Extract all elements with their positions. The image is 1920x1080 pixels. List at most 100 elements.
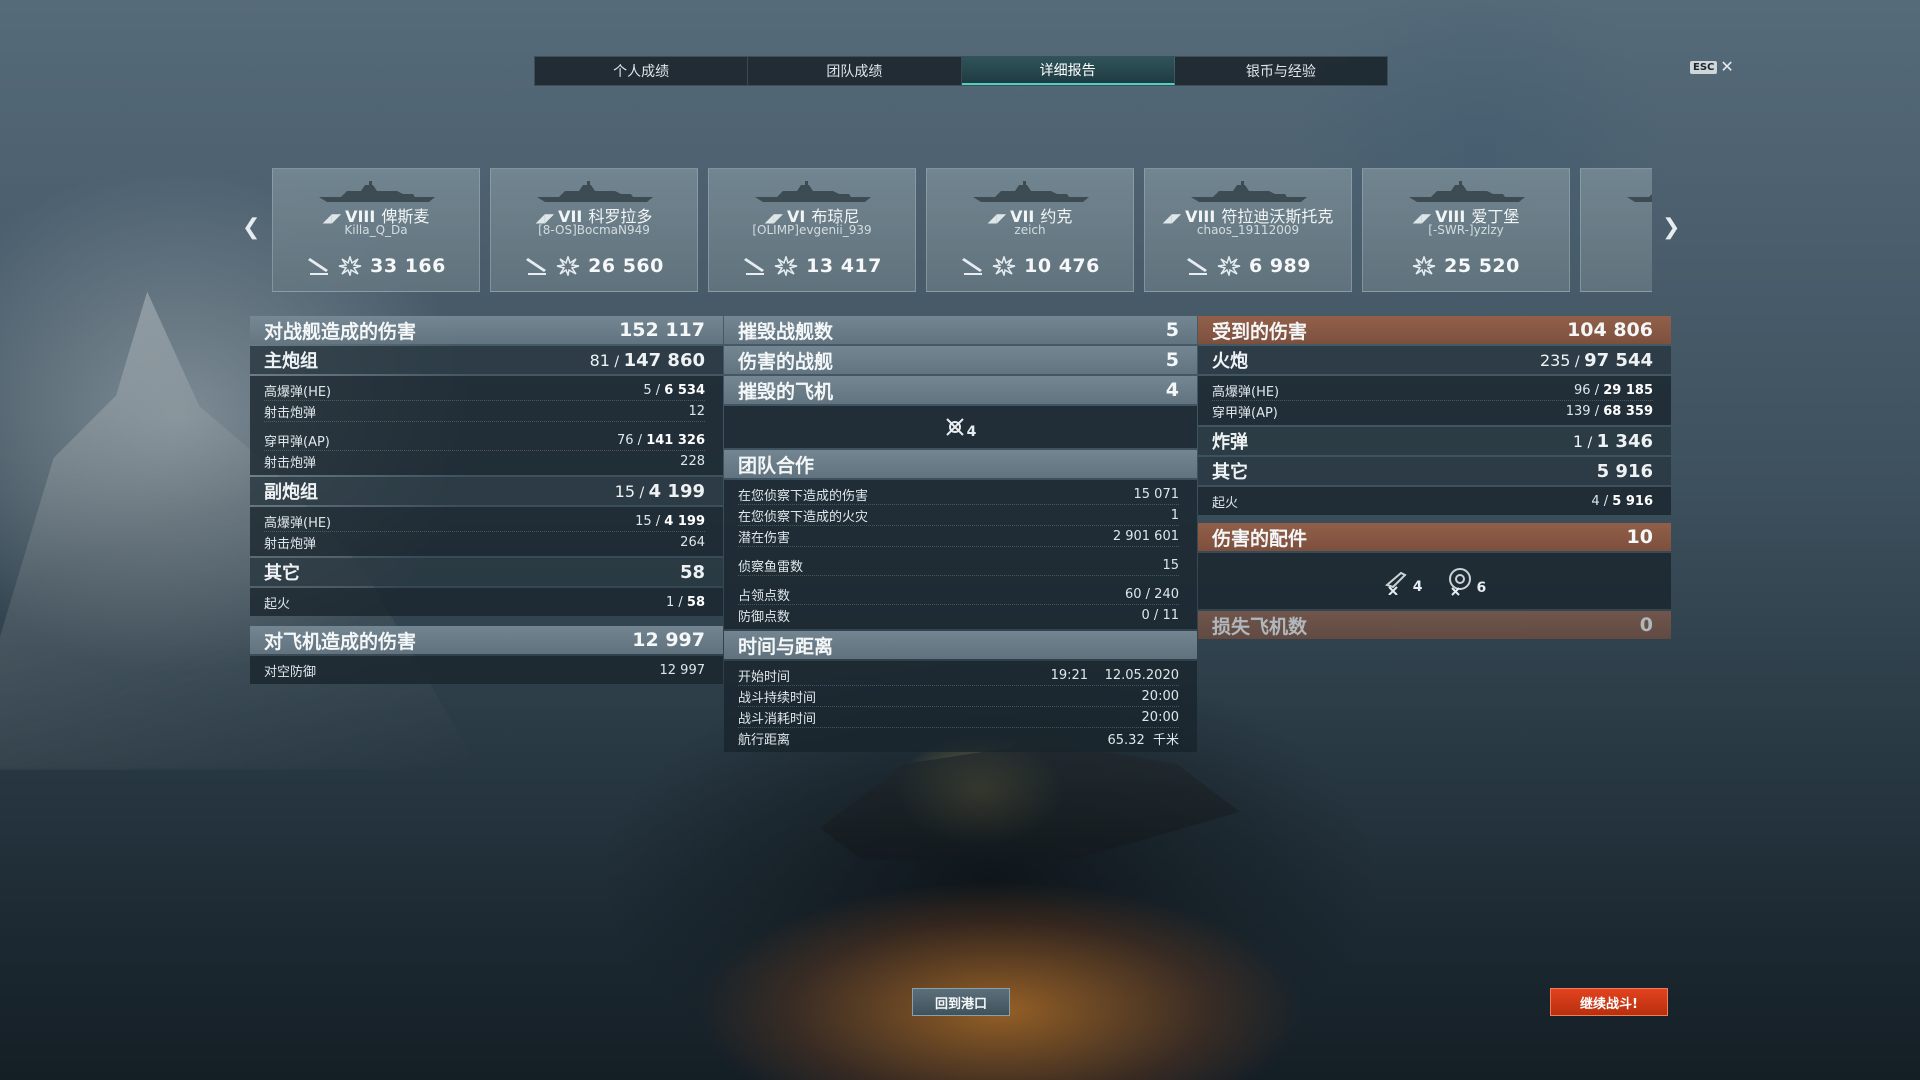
sec-shots-value: 264 <box>680 534 705 550</box>
torpedo-icon <box>1187 258 1207 275</box>
damage-received-panel: 受到的伤害 104 806 火炮 235 / 97 544 高爆弹(HE) 96 … <box>1198 316 1671 641</box>
main-battery-label: 主炮组 <box>264 351 318 372</box>
fire-row: 起火 1 / 58 <box>264 594 705 612</box>
distance-unit: 千米 <box>1152 732 1179 748</box>
ships-destroyed-label: 摧毁战舰数 <box>738 320 834 343</box>
ship-card[interactable]: ◢◤ VI 布琼尼 [OLIMP]evgenii_939 13 417 <box>708 168 916 292</box>
player-name: [8-OS]BocmaN949 <box>538 223 650 237</box>
mb-ap-hits: 76 <box>616 432 634 448</box>
duration-label: 战斗持续时间 <box>738 690 817 706</box>
mb-he-label: 高爆弹(HE) <box>264 384 332 400</box>
module-gun-count: 4 <box>1412 579 1423 595</box>
ship-damage-label: 对战舰造成的伤害 <box>264 320 417 343</box>
mb-he-shots-label: 射击炮弹 <box>264 405 317 421</box>
tab-detailed-report[interactable]: 详细报告 <box>961 57 1175 85</box>
spotting-fires-label: 在您侦察下造成的火灾 <box>738 509 869 525</box>
ship-card[interactable]: ◢◤ VIII 爱丁堡 [-SWR-]yzlzy 25 520 <box>1362 168 1570 292</box>
spotting-fires-value: 1 <box>1170 507 1179 523</box>
planes-lost-header: 损失飞机数 0 <box>1198 611 1671 639</box>
defense-label: 防御点数 <box>738 609 791 625</box>
ship-card[interactable]: ◢◤ VIII 俾斯麦 Killa_Q_Da 33 166 <box>272 168 480 292</box>
teamwork-details: 在您侦察下造成的伤害 15 071 在您侦察下造成的火灾 1 潜在伤害 2 901 6… <box>724 480 1197 629</box>
ship-silhouette-icon <box>1191 181 1307 202</box>
torp-spotted-row: 侦察鱼雷数 15 <box>738 555 1179 576</box>
distance-value: 65.32 <box>1107 732 1145 748</box>
tab-team[interactable]: 团队成绩 <box>748 57 962 85</box>
ship-stats: 10 476 <box>927 255 1133 277</box>
torpedo-icon <box>526 258 547 275</box>
torp-spotted-value: 15 <box>1162 557 1179 573</box>
distance-label: 航行距离 <box>738 732 791 748</box>
ships-destroyed-value: 5 <box>1165 319 1179 341</box>
sec-he-value: 4 199 <box>664 513 705 529</box>
ship-card[interactable]: ◢◤ VII 约克 zeich 10 476 <box>926 168 1134 292</box>
player-name: chaos_19112009 <box>1196 223 1300 237</box>
ship-damage: 10 476 <box>1024 255 1100 277</box>
mb-he-hits: 5 <box>643 382 652 398</box>
potential-value: 2 901 601 <box>1112 528 1179 544</box>
plane-shot-down-icon <box>945 418 964 436</box>
plane-damage-header: 对飞机造成的伤害 12 997 <box>250 626 723 654</box>
fire-hits: 1 <box>665 594 675 610</box>
damage-burst-icon <box>774 256 798 276</box>
planes-destroyed-label: 摧毁的飞机 <box>738 380 834 403</box>
ship-damage: 25 520 <box>1444 255 1520 277</box>
tab-credits-xp[interactable]: 银币与经验 <box>1175 57 1387 85</box>
module-engine-count: 6 <box>1476 580 1487 596</box>
ship-title <box>1581 203 1652 222</box>
bombs-hits: 1 <box>1572 431 1583 451</box>
damage-burst-icon <box>338 256 362 276</box>
recv-other-label: 其它 <box>1212 462 1248 483</box>
results-panel: 摧毁战舰数 5 伤害的战舰 5 摧毁的飞机 4 4 团队合作 在您侦察下造成的伤… <box>724 316 1197 754</box>
ship-damage: 26 560 <box>588 255 664 277</box>
return-to-port-button[interactable]: 回到港口 <box>912 988 1010 1016</box>
aa-details: 对空防御 12 997 <box>250 656 723 684</box>
ship-silhouette-icon <box>755 181 871 202</box>
damage-burst-icon <box>1412 256 1436 276</box>
mb-ap-value: 141 326 <box>646 432 705 448</box>
ship-card[interactable]: [SP <box>1580 168 1652 292</box>
teamwork-label: 团队合作 <box>738 454 815 477</box>
carousel-prev-arrow-icon[interactable]: ❮ <box>242 215 260 240</box>
ship-stats: 26 560 <box>491 255 697 277</box>
ship-card[interactable]: ◢◤ VIII 符拉迪沃斯托克 chaos_19112009 6 989 <box>1144 168 1352 292</box>
close-button[interactable]: ESC ✕ <box>1690 59 1734 75</box>
torpedo-icon <box>744 258 765 275</box>
mb-he-shots-value: 12 <box>688 403 705 419</box>
aa-value: 12 997 <box>659 662 706 678</box>
defense-value: 0 / 11 <box>1141 607 1179 623</box>
recv-he-hits: 96 <box>1574 382 1591 398</box>
continue-battle-button[interactable]: 继续战斗! <box>1550 988 1668 1016</box>
other-damage-label: 其它 <box>264 563 300 584</box>
received-label: 受到的伤害 <box>1212 320 1308 343</box>
potential-label: 潜在伤害 <box>738 530 791 546</box>
planes-lost-value: 0 <box>1639 614 1653 636</box>
consumed-row: 战斗消耗时间 20:00 <box>738 707 1179 728</box>
ship-damage: 13 417 <box>806 255 882 277</box>
guns-value: 97 544 <box>1584 349 1653 371</box>
spotting-fires-row: 在您侦察下造成的火灾 1 <box>738 505 1179 526</box>
mb-ap-shots-value: 228 <box>680 453 705 469</box>
ship-stats: 13 417 <box>709 255 915 277</box>
mb-ap-row: 穿甲弹(AP) 76 / 141 326 <box>264 430 705 451</box>
bombs-row: 炸弹 1 / 1 346 <box>1198 427 1671 455</box>
bombs-value: 1 346 <box>1596 430 1653 452</box>
sec-he-row: 高爆弹(HE) 15 / 4 199 <box>264 511 705 532</box>
ship-stats <box>1581 255 1652 275</box>
carousel-next-arrow-icon[interactable]: ❯ <box>1662 215 1680 240</box>
time-details: 开始时间 19:21 12.05.2020 战斗持续时间 20:00 战斗消耗时间 2… <box>724 661 1197 752</box>
esc-key-label: ESC <box>1690 60 1718 74</box>
secondary-row: 副炮组 15 / 4 199 <box>250 477 723 505</box>
ship-silhouette-icon <box>973 181 1089 202</box>
mb-he-shots-row: 射击炮弹 12 <box>264 401 705 422</box>
received-header: 受到的伤害 104 806 <box>1198 316 1671 344</box>
recv-ap-value: 68 359 <box>1603 403 1653 419</box>
start-time-value: 19:21 <box>1050 667 1089 683</box>
secondary-details: 高爆弹(HE) 15 / 4 199 射击炮弹 264 <box>250 507 723 556</box>
ship-stats: 6 989 <box>1145 255 1351 277</box>
ships-damaged-label: 伤害的战舰 <box>738 350 834 373</box>
recv-fire-hits: 4 <box>1591 493 1600 509</box>
ship-card[interactable]: ◢◤ VII 科罗拉多 [8-OS]BocmaN949 26 560 <box>490 168 698 292</box>
bombs-label: 炸弹 <box>1212 432 1248 453</box>
tab-personal[interactable]: 个人成绩 <box>535 57 749 85</box>
